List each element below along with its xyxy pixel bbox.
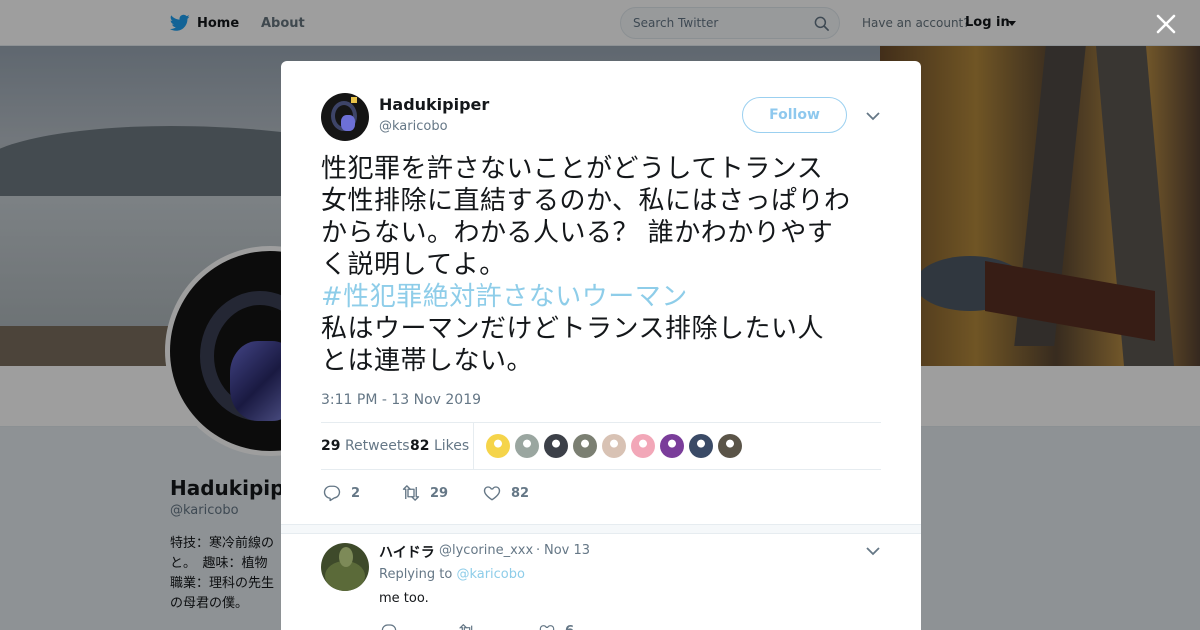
liker-avatar[interactable]: [718, 434, 742, 458]
tweet-text-line: からない。わかる人いる？ 誰かわかりやす: [321, 218, 834, 248]
chevron-down-icon[interactable]: [866, 546, 880, 556]
tweet-actions: 2 29 82: [321, 481, 881, 505]
reply-icon: [381, 624, 397, 630]
liker-avatar[interactable]: [602, 434, 626, 458]
reply-retweet-button[interactable]: [459, 619, 475, 630]
tweet-timestamp[interactable]: 3:11 PM - 13 Nov 2019: [321, 392, 481, 408]
likes-stat[interactable]: 82 Likes: [410, 438, 469, 454]
tweet-modal: Hadukipiper @karicobo Follow 性犯罪を許さないことが…: [281, 61, 921, 630]
reply-button[interactable]: 2: [323, 481, 360, 505]
reply-reply-button[interactable]: [381, 619, 397, 630]
liker-avatar[interactable]: [631, 434, 655, 458]
retweet-count: 29: [430, 485, 449, 501]
chevron-down-icon[interactable]: [866, 111, 880, 121]
reply-like-count: 6: [565, 624, 574, 630]
reply-author-name[interactable]: ハイドラ: [379, 542, 435, 562]
tweet-text-line: とは連帯しない。: [321, 346, 534, 376]
reply-text: me too.: [379, 591, 429, 606]
liker-avatar[interactable]: [486, 434, 510, 458]
retweets-count: 29: [321, 438, 341, 454]
retweet-icon: [459, 623, 473, 630]
tweet-text-line: 女性排除に直結するのか、私にはさっぱりわ: [321, 186, 851, 216]
retweets-label: Retweets: [344, 438, 410, 454]
retweet-icon: [402, 485, 420, 501]
like-button[interactable]: 82: [483, 481, 529, 505]
author-avatar[interactable]: [321, 93, 369, 141]
author-handle[interactable]: @karicobo: [379, 119, 448, 134]
stats-divider: [473, 423, 474, 470]
reply-separator: ·: [536, 543, 541, 558]
replying-to-link[interactable]: @karicobo: [456, 567, 525, 582]
replies-divider: [281, 524, 921, 534]
replying-to: Replying to @karicobo: [379, 567, 525, 582]
likes-label: Likes: [433, 438, 470, 454]
reply-icon: [323, 485, 341, 502]
like-count: 82: [511, 485, 530, 501]
heart-icon: [539, 625, 555, 630]
liker-avatar[interactable]: [689, 434, 713, 458]
reply-like-button[interactable]: 6: [539, 619, 574, 630]
retweets-stat[interactable]: 29 Retweets: [321, 438, 410, 454]
liker-avatar[interactable]: [544, 434, 568, 458]
liker-avatar[interactable]: [660, 434, 684, 458]
tweet-text: 性犯罪を許さないことがどうしてトランス 女性排除に直結するのか、私にはさっぱりわ…: [321, 153, 891, 377]
hashtag-link[interactable]: #性犯罪絶対許さないウーマン: [321, 281, 891, 313]
liker-avatar[interactable]: [515, 434, 539, 458]
likes-count: 82: [410, 438, 430, 454]
reply-author-avatar[interactable]: [321, 543, 369, 591]
tweet-text-line: く説明してよ。: [321, 250, 506, 280]
heart-icon: [483, 486, 501, 501]
author-name[interactable]: Hadukipiper: [379, 95, 489, 114]
tweet-stats: 29 Retweets 82 Likes: [321, 422, 881, 470]
close-icon[interactable]: [1154, 12, 1178, 36]
tweet-text-line: 私はウーマンだけどトランス排除したい人: [321, 314, 824, 344]
liker-avatar[interactable]: [573, 434, 597, 458]
reply-actions: 6: [379, 619, 779, 630]
reply-author-handle[interactable]: @lycorine_xxx: [439, 543, 533, 558]
reply-count: 2: [351, 485, 361, 501]
follow-button[interactable]: Follow: [742, 97, 847, 133]
reply-date[interactable]: Nov 13: [544, 543, 590, 558]
tweet-text-line: 性犯罪を許さないことがどうしてトランス: [321, 154, 824, 184]
retweet-button[interactable]: 29: [402, 481, 448, 505]
replying-to-prefix: Replying to: [379, 567, 453, 582]
